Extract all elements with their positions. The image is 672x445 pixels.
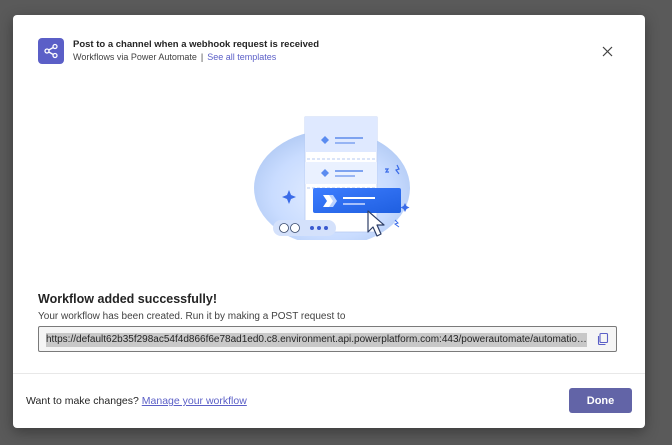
copy-button[interactable] [596,332,610,346]
see-all-templates-link[interactable]: See all templates [207,52,276,62]
done-button[interactable]: Done [569,388,632,413]
footer-prompt-text: Want to make changes? [26,395,139,407]
footer-divider [13,373,645,374]
success-title: Workflow added successfully! [38,292,217,306]
webhook-url-field[interactable]: https://default62b35f298ac54f4d866f6e78a… [38,326,617,352]
subtitle-source: Workflows via Power Automate [73,52,197,62]
dialog-header: Post to a channel when a webhook request… [38,38,625,68]
close-icon [602,46,612,56]
workflow-dialog: Post to a channel when a webhook request… [13,15,645,428]
dialog-subtitle: Workflows via Power Automate | See all tem… [73,52,276,62]
webhook-url-text[interactable]: https://default62b35f298ac54f4d866f6e78a… [46,333,587,347]
workflow-share-icon [38,38,64,64]
close-button[interactable] [599,43,615,59]
manage-workflow-link[interactable]: Manage your workflow [142,395,247,407]
success-description: Your workflow has been created. Run it b… [38,311,346,322]
workflow-illustration [254,116,410,240]
subtitle-separator: | [200,52,204,62]
dialog-title: Post to a channel when a webhook request… [73,39,320,50]
footer-prompt: Want to make changes? Manage your workfl… [26,395,247,407]
copy-icon [597,332,609,346]
